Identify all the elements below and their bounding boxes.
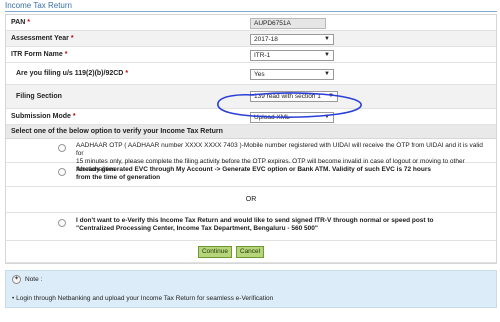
filing-119-select[interactable]: Yes ▼ — [250, 69, 334, 80]
filing-section-row: Filing Section 139 read with section 1 ▼ — [6, 85, 496, 109]
cancel-button[interactable]: Cancel — [236, 246, 264, 258]
assessment-year-row: Assessment Year * 2017-18 ▼ — [6, 31, 496, 47]
evc-text: Already generated EVC through My Account… — [76, 166, 486, 182]
aadhaar-otp-radio[interactable] — [58, 144, 66, 152]
itrv-text: I don't want to e-Verify this Income Tax… — [76, 217, 486, 233]
itr-form-name-select[interactable]: ITR-1 ▼ — [250, 50, 334, 61]
title-divider — [5, 11, 497, 12]
filing-section-label: Filing Section — [16, 93, 62, 100]
option-itrv[interactable]: I don't want to e-Verify this Income Tax… — [6, 213, 496, 241]
itrv-line-1: I don't want to e-Verify this Income Tax… — [76, 217, 434, 224]
itrv-line-2: "Centralized Processing Center, Income T… — [76, 225, 318, 232]
evc-radio[interactable] — [58, 168, 66, 176]
submission-mode-select[interactable]: Upload XML ▼ — [250, 112, 334, 123]
note-box: ✦ Note : • Login through Netbanking and … — [5, 270, 497, 308]
verify-heading: Select one of the below option to verify… — [6, 125, 496, 139]
page-title: Income Tax Return — [5, 1, 72, 10]
chevron-down-icon: ▼ — [324, 71, 330, 77]
option-evc[interactable]: Already generated EVC through My Account… — [6, 163, 496, 187]
itr-form-name-label: ITR Form Name * — [11, 51, 68, 58]
filing-section-select[interactable]: 139 read with section 1 ▼ — [250, 91, 338, 102]
itrv-radio[interactable] — [58, 219, 66, 227]
option-aadhaar-otp[interactable]: AADHAAR OTP ( AADHAAR number XXXX XXXX 7… — [6, 139, 496, 173]
note-title: Note : — [25, 276, 43, 283]
action-buttons: Continue Cancel — [6, 241, 496, 263]
chevron-down-icon: ▼ — [324, 114, 330, 120]
itr-form: PAN * AUPD6751A Assessment Year * 2017-1… — [5, 14, 497, 264]
pan-field: AUPD6751A — [250, 18, 326, 29]
filing-119-row: Are you filing u/s 119(2)(b)/92CD * Yes ▼ — [6, 63, 496, 85]
note-item: • Login through Netbanking and upload yo… — [12, 295, 274, 302]
evc-line-2: from the time of generation — [76, 174, 161, 181]
income-tax-return-page: Income Tax Return PAN * AUPD6751A Assess… — [0, 0, 500, 322]
submission-mode-row: Submission Mode * Upload XML ▼ — [6, 109, 496, 125]
filing-119-label: Are you filing u/s 119(2)(b)/92CD * — [16, 70, 129, 77]
chevron-down-icon: ▼ — [328, 93, 334, 99]
continue-button[interactable]: Continue — [198, 246, 232, 258]
pan-row: PAN * AUPD6751A — [6, 15, 496, 31]
aadhaar-otp-line-1: AADHAAR OTP ( AADHAAR number XXXX XXXX 7… — [76, 142, 483, 157]
chevron-down-icon: ▼ — [324, 52, 330, 58]
evc-line-1: Already generated EVC through My Account… — [76, 166, 431, 173]
chevron-down-icon: ▼ — [324, 36, 330, 42]
bulb-icon: ✦ — [12, 275, 21, 284]
pan-label: PAN * — [11, 19, 30, 26]
or-text: OR — [245, 196, 257, 203]
or-separator: OR — [6, 187, 496, 213]
submission-mode-label: Submission Mode * — [11, 113, 76, 120]
assessment-year-select[interactable]: 2017-18 ▼ — [250, 34, 334, 45]
itr-form-name-row: ITR Form Name * ITR-1 ▼ — [6, 47, 496, 63]
assessment-year-label: Assessment Year * — [11, 35, 74, 42]
